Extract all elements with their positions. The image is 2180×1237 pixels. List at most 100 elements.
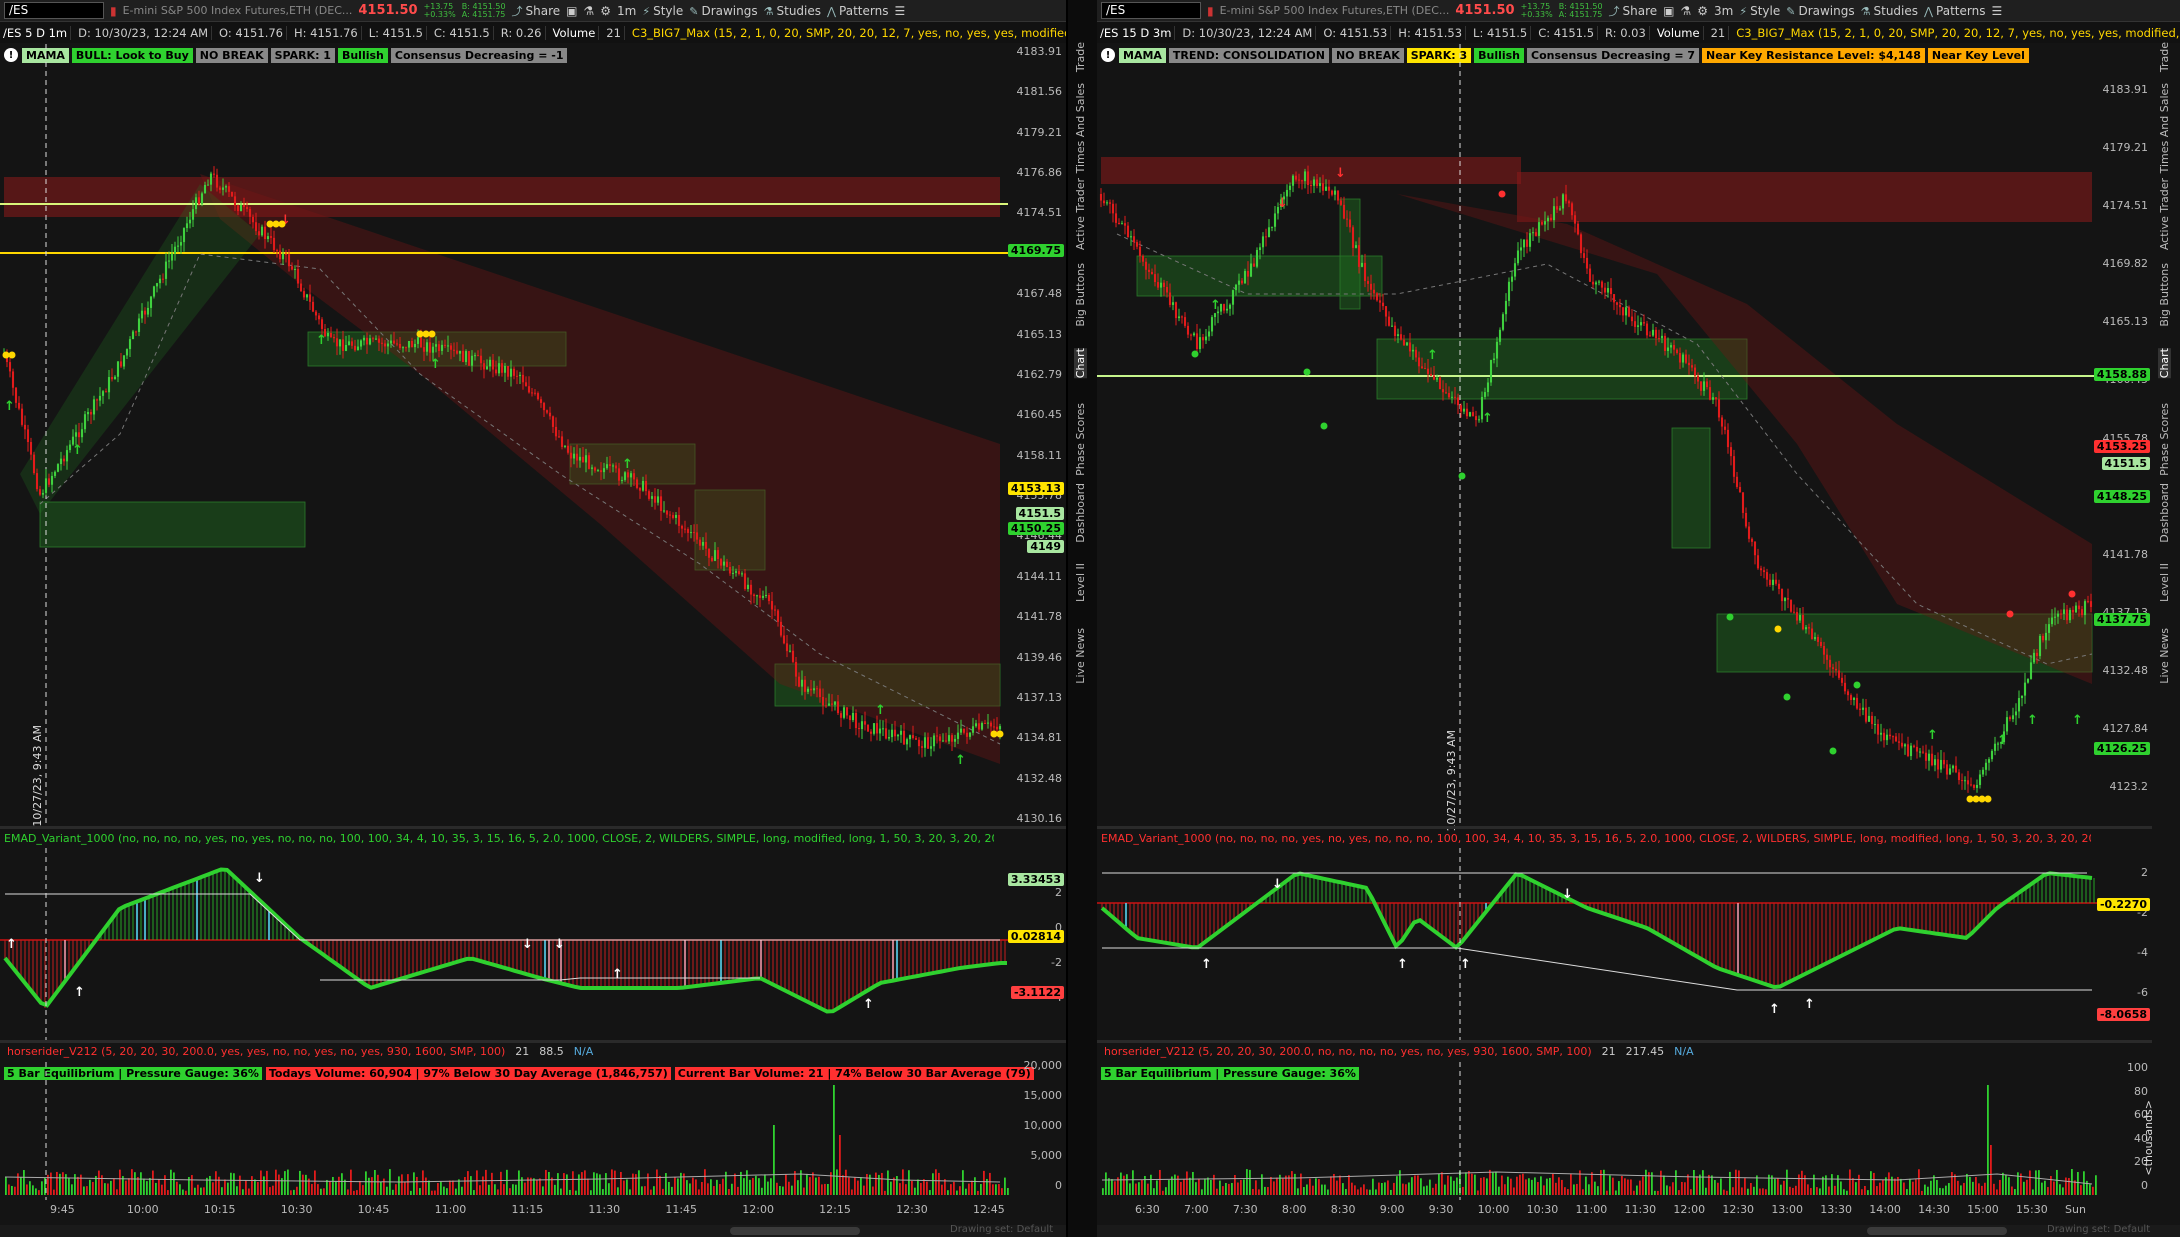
side-tab-active-trader[interactable]: Active Trader (2158, 178, 2171, 250)
price-chart[interactable]: ↑↑↑↑↑↑↑↓ (0, 44, 1010, 824)
horizontal-scrollbar[interactable] (1097, 1225, 2180, 1237)
price-chart[interactable]: ↑↑↑↑↑↑↑↓↓ (1097, 44, 2097, 824)
flask-icon[interactable]: ⚗ (584, 4, 595, 18)
menu-icon[interactable]: ☰ (894, 4, 905, 18)
screenshot-icon[interactable]: ▣ (1663, 4, 1674, 18)
candle-body (1849, 695, 1853, 700)
candle-body (773, 609, 777, 611)
patterns-button[interactable]: ⋀ Patterns (1924, 4, 1985, 18)
emad-study-title[interactable]: EMAD_Variant_1000 (no, no, no, no, yes, … (4, 832, 994, 845)
price-axis[interactable]: 4183.914179.214174.514169.824165.134160.… (2093, 44, 2152, 824)
symbol-input[interactable]: /ES (1101, 2, 1201, 19)
emad-axis[interactable]: 20-2-43.334530.02814-3.1122 (1007, 848, 1066, 1043)
volume-bar (533, 1178, 535, 1195)
flask-icon[interactable]: ⚗ (1681, 4, 1692, 18)
style-button[interactable]: ⚡ Style (642, 4, 683, 18)
signal-arrow: ↑ (612, 967, 623, 982)
volume-bar (236, 1186, 238, 1195)
emad-axis[interactable]: 2 -2 -4 -6 -0.2270 -8.0658 (2094, 848, 2152, 1043)
volume-bar (758, 1178, 760, 1195)
studies-button[interactable]: ⚗ Studies (764, 4, 821, 18)
side-tab-times-and-sales[interactable]: Times And Sales (2158, 83, 2171, 173)
emad-oscillator-chart[interactable]: ↓↑ ↑↓↑↑ ↑ (1097, 848, 2097, 1043)
volume-axis[interactable]: 20,000 15,000 10,000 5,000 0 (1008, 1059, 1066, 1200)
volume-bar (53, 1189, 55, 1195)
volume-bar (1588, 1184, 1590, 1195)
volume-bar (1282, 1178, 1284, 1195)
volume-bar (194, 1187, 196, 1195)
screenshot-icon[interactable]: ▣ (566, 4, 577, 18)
study-title[interactable]: C3_BIG7_Max (15, 2, 1, 0, 20, SMP, 20, 2… (629, 26, 1066, 40)
side-tab-chart[interactable]: Chart (1074, 348, 1087, 379)
side-tab-trade[interactable]: Trade (2158, 42, 2171, 72)
side-tab-big-buttons[interactable]: Big Buttons (2158, 263, 2171, 327)
gear-icon[interactable]: ⚙ (600, 4, 611, 18)
gear-icon[interactable]: ⚙ (1697, 4, 1708, 18)
volume-bar (1441, 1172, 1443, 1195)
volume-chart[interactable] (0, 1062, 1010, 1200)
horizontal-scrollbar[interactable] (0, 1225, 1066, 1237)
side-tab-dashboard[interactable]: Dashboard (1074, 483, 1087, 543)
side-tab-live-news[interactable]: Live News (1074, 628, 1087, 684)
symbol-input[interactable]: /ES (4, 2, 104, 19)
volume-study-title[interactable]: horserider_V212 (5, 20, 20, 30, 200.0, n… (1101, 1045, 1701, 1058)
price-axis[interactable]: 4183.914181.564179.214176.864174.514172.… (1007, 44, 1066, 825)
candle-body (725, 561, 729, 567)
study-title[interactable]: C3_BIG7_Max (15, 2, 1, 0, 20, SMP, 20, 2… (1733, 26, 2180, 40)
time-axis[interactable]: 9:45 10:00 10:15 10:30 10:45 11:00 11:15 11:30 1… (0, 1200, 1066, 1220)
drawings-button[interactable]: ✎ Drawings (1786, 4, 1854, 18)
candle-body (1198, 337, 1202, 350)
style-button[interactable]: ⚡ Style (1739, 4, 1780, 18)
candle-body (1246, 270, 1250, 277)
patterns-button[interactable]: ⋀ Patterns (827, 4, 888, 18)
candle-body (992, 726, 996, 728)
candle-body (1840, 677, 1844, 683)
volume-chart[interactable] (1097, 1062, 2097, 1200)
side-tab-times-and-sales[interactable]: Times And Sales (1074, 83, 1087, 173)
symbol-description: E-mini S&P 500 Index Futures,ETH (DEC... (122, 4, 353, 17)
pane-divider[interactable] (0, 826, 1066, 829)
candle-body (740, 573, 744, 575)
side-tab-dashboard[interactable]: Dashboard (2158, 483, 2171, 543)
candle-body (1585, 257, 1589, 269)
pane-divider[interactable] (0, 1040, 1066, 1043)
side-tab-trade[interactable]: Trade (1074, 42, 1087, 72)
candle-body (1627, 307, 1631, 317)
link-icon[interactable]: ▮ (1207, 4, 1214, 18)
volume-bar (164, 1175, 166, 1195)
side-tab-phase-scores[interactable]: Phase Scores (1074, 403, 1087, 476)
emad-study-title[interactable]: EMAD_Variant_1000 (no, no, no, no, yes, … (1101, 832, 2091, 845)
volume-study-title[interactable]: horserider_V212 (5, 20, 20, 30, 200.0, y… (4, 1045, 600, 1058)
share-button[interactable]: ⤴ Share (512, 3, 561, 19)
signal-dot (2006, 610, 2014, 618)
volume-bar (1834, 1185, 1836, 1195)
time-axis[interactable]: 6:30 7:00 7:30 8:00 8:30 9:00 9:30 10:00 10:30 11… (1097, 1200, 2180, 1220)
emad-oscillator-chart[interactable]: ↑↑↓↓ ↓↑↑ (0, 848, 1010, 1043)
side-tab-level-ii[interactable]: Level II (1074, 563, 1087, 602)
side-tab-phase-scores[interactable]: Phase Scores (2158, 403, 2171, 476)
link-icon[interactable]: ▮ (110, 4, 117, 18)
share-button[interactable]: ⤴ Share (1609, 3, 1658, 19)
interval-button[interactable]: 3m (1714, 4, 1733, 18)
interval-button[interactable]: 1m (617, 4, 636, 18)
candle-body (509, 368, 513, 377)
side-tab-live-news[interactable]: Live News (2158, 628, 2171, 684)
pane-divider[interactable] (1097, 826, 2152, 829)
menu-icon[interactable]: ☰ (1991, 4, 2002, 18)
drawings-button[interactable]: ✎ Drawings (689, 4, 757, 18)
candle-body (269, 236, 273, 238)
candle-body (782, 635, 786, 644)
side-tab-active-trader[interactable]: Active Trader (1074, 178, 1087, 250)
candle-body (389, 340, 393, 344)
candle-body (473, 355, 477, 357)
candle-body (11, 371, 15, 388)
pane-divider[interactable] (1097, 1040, 2152, 1043)
candle-body (182, 228, 186, 243)
studies-button[interactable]: ⚗ Studies (1861, 4, 1918, 18)
side-tab-level-ii[interactable]: Level II (2158, 563, 2171, 602)
side-tab-chart[interactable]: Chart (2158, 348, 2171, 379)
price-tag: 4169.75 (1007, 244, 1064, 257)
side-tab-big-buttons[interactable]: Big Buttons (1074, 263, 1087, 327)
candle-body (1678, 353, 1682, 363)
candle-body (752, 594, 756, 597)
